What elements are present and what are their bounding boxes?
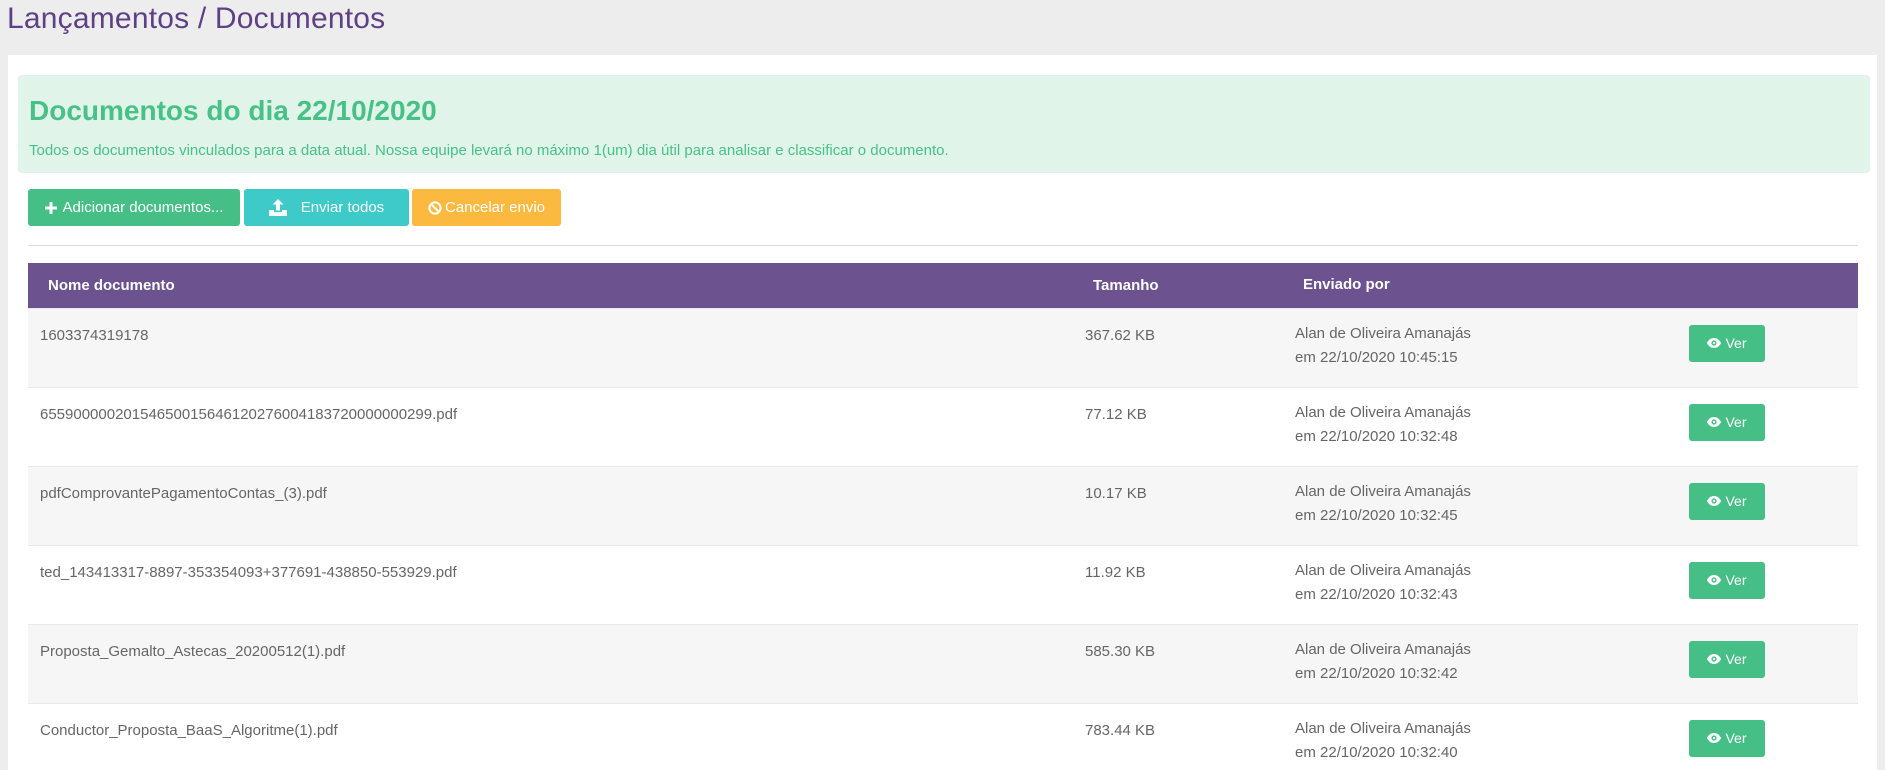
eye-icon [1707, 730, 1722, 746]
add-documents-button[interactable]: Adicionar documentos... [28, 189, 240, 226]
document-name: ted_143413317-8897-353354093+377691-4388… [28, 544, 1073, 624]
view-label: Ver [1725, 730, 1747, 746]
document-size: 585.30 KB [1073, 623, 1283, 703]
document-name: pdfComprovantePagamentoContas_(3).pdf [28, 465, 1073, 545]
header-size[interactable]: Tamanho [1073, 263, 1283, 308]
info-alert: Documentos do dia 22/10/2020 Todos os do… [18, 75, 1870, 173]
ban-icon [428, 200, 442, 215]
sender-name: Alan de Oliveira Amanajás [1295, 324, 1471, 342]
sender-name: Alan de Oliveira Amanajás [1295, 403, 1471, 421]
sent-date: em 22/10/2020 10:32:48 [1295, 427, 1458, 445]
alert-title: Documentos do dia 22/10/2020 [29, 95, 437, 126]
document-size: 10.17 KB [1073, 465, 1283, 545]
document-sent-by: Alan de Oliveira Amanajás em 22/10/2020 1… [1283, 386, 1689, 466]
view-label: Ver [1725, 335, 1747, 351]
page-title: Lançamentos / Documentos [7, 2, 386, 35]
view-button[interactable]: Ver [1689, 403, 1765, 441]
sender-name: Alan de Oliveira Amanajás [1295, 719, 1471, 737]
document-sent-by: Alan de Oliveira Amanajás em 22/10/2020 1… [1283, 544, 1689, 624]
add-documents-label: Adicionar documentos... [62, 199, 224, 216]
view-button[interactable]: Ver [1689, 482, 1765, 520]
plus-icon [44, 201, 57, 214]
content-panel: Documentos do dia 22/10/2020 Todos os do… [8, 55, 1877, 770]
document-name: Conductor_Proposta_BaaS_Algoritme(1).pdf [28, 702, 1073, 770]
document-size: 367.62 KB [1073, 307, 1283, 387]
send-all-label: Enviar todos [300, 199, 385, 216]
actions-cell: Ver [1689, 465, 1858, 545]
view-label: Ver [1725, 493, 1747, 509]
sender-name: Alan de Oliveira Amanajás [1295, 561, 1471, 579]
actions-cell: Ver [1689, 623, 1858, 703]
document-size: 77.12 KB [1073, 386, 1283, 466]
upload-icon [268, 199, 287, 216]
document-size: 783.44 KB [1073, 702, 1283, 770]
sent-date: em 22/10/2020 10:45:15 [1295, 348, 1458, 366]
actions-cell: Ver [1689, 386, 1858, 466]
table-row: ted_143413317-8897-353354093+377691-4388… [28, 544, 1858, 624]
cancel-send-label: Cancelar envio [444, 199, 546, 216]
view-button[interactable]: Ver [1689, 561, 1765, 599]
actions-cell: Ver [1689, 544, 1858, 624]
table-row: 1603374319178 367.62 KB Alan de Oliveira A… [28, 307, 1858, 387]
divider [28, 245, 1858, 246]
sent-date: em 22/10/2020 10:32:45 [1295, 506, 1458, 524]
view-label: Ver [1725, 414, 1747, 430]
document-sent-by: Alan de Oliveira Amanajás em 22/10/2020 1… [1283, 307, 1689, 387]
view-button[interactable]: Ver [1689, 719, 1765, 757]
view-button[interactable]: Ver [1689, 640, 1765, 678]
eye-icon [1707, 572, 1722, 588]
view-button[interactable]: Ver [1689, 324, 1765, 362]
sender-name: Alan de Oliveira Amanajás [1295, 640, 1471, 658]
documents-table: Nome documento Tamanho Enviado por 16033… [28, 263, 1858, 770]
send-all-button[interactable]: Enviar todos [244, 189, 409, 226]
document-name: Proposta_Gemalto_Astecas_20200512(1).pdf [28, 623, 1073, 703]
alert-text: Todos os documentos vinculados para a da… [29, 142, 949, 159]
actions-cell: Ver [1689, 702, 1858, 770]
table-row: pdfComprovantePagamentoContas_(3).pdf 10.… [28, 465, 1858, 545]
document-sent-by: Alan de Oliveira Amanajás em 22/10/2020 1… [1283, 623, 1689, 703]
sender-name: Alan de Oliveira Amanajás [1295, 482, 1471, 500]
table-header-row: Nome documento Tamanho Enviado por [28, 263, 1858, 308]
sent-date: em 22/10/2020 10:32:42 [1295, 664, 1458, 682]
document-sent-by: Alan de Oliveira Amanajás em 22/10/2020 1… [1283, 702, 1689, 770]
eye-icon [1707, 414, 1722, 430]
view-label: Ver [1725, 572, 1747, 588]
table-row: Conductor_Proposta_BaaS_Algoritme(1).pdf… [28, 702, 1858, 770]
cancel-send-button[interactable]: Cancelar envio [412, 189, 561, 226]
table-row: Proposta_Gemalto_Astecas_20200512(1).pdf… [28, 623, 1858, 703]
sent-date: em 22/10/2020 10:32:43 [1295, 585, 1458, 603]
view-label: Ver [1725, 651, 1747, 667]
document-size: 11.92 KB [1073, 544, 1283, 624]
header-sent-by[interactable]: Enviado por [1283, 263, 1689, 308]
eye-icon [1707, 335, 1722, 351]
eye-icon [1707, 651, 1722, 667]
header-actions [1689, 263, 1858, 308]
sent-date: em 22/10/2020 10:32:40 [1295, 743, 1458, 761]
header-name[interactable]: Nome documento [28, 263, 1073, 308]
document-name: 1603374319178 [28, 307, 1073, 387]
actions-cell: Ver [1689, 307, 1858, 387]
document-name: 6559000002015465001564612027600418372000… [28, 386, 1073, 466]
eye-icon [1707, 493, 1722, 509]
document-sent-by: Alan de Oliveira Amanajás em 22/10/2020 1… [1283, 465, 1689, 545]
table-row: 6559000002015465001564612027600418372000… [28, 386, 1858, 466]
